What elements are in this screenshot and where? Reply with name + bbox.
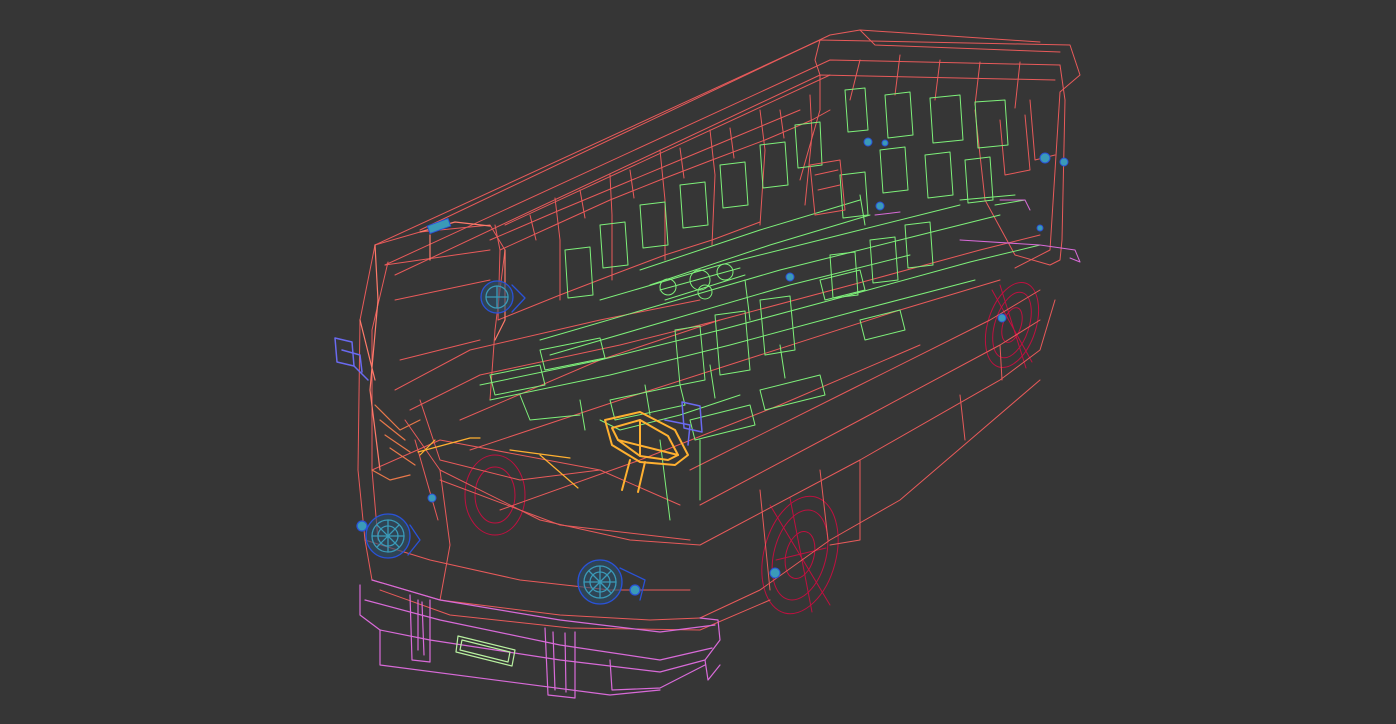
headlight-icon xyxy=(577,559,646,605)
mirror-icon xyxy=(334,337,369,381)
passenger-seats xyxy=(479,87,1041,521)
windshield-frame xyxy=(359,221,506,471)
steering-wheel-icon xyxy=(604,411,689,493)
front-bumper xyxy=(359,579,721,699)
license-plate xyxy=(455,635,516,667)
rear-wheels xyxy=(464,282,1040,615)
3d-viewport[interactable] xyxy=(0,0,1396,724)
bus-wireframe-render xyxy=(334,29,1081,699)
front-trim xyxy=(371,404,421,481)
rear-seat-block xyxy=(809,159,846,216)
headlight-icon xyxy=(480,280,526,314)
headlight-icon xyxy=(356,513,421,559)
